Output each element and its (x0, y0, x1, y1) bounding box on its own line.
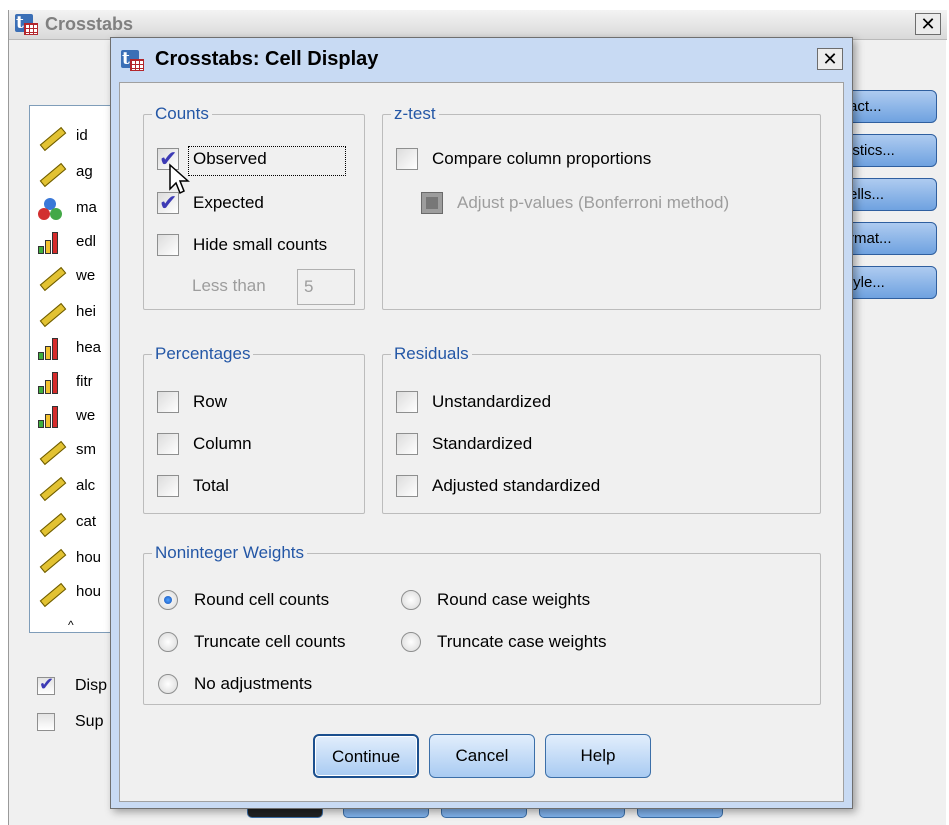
scale-ruler-icon (36, 160, 67, 188)
scale-ruler-icon (36, 124, 67, 152)
spss-app-icon: t (15, 14, 39, 36)
residuals-legend: Residuals (391, 344, 472, 364)
checkbox-icon (157, 234, 179, 256)
checkbox-icon (157, 391, 179, 413)
checkbox-icon (396, 148, 418, 170)
checkbox-icon (396, 475, 418, 497)
noninteger-weights-legend: Noninteger Weights (152, 543, 307, 563)
crosstabs-title: Crosstabs (45, 14, 134, 34)
checkbox-icon (396, 433, 418, 455)
crosstabs-close-button[interactable]: ✕ (915, 13, 941, 35)
checkbox-icon (157, 433, 179, 455)
style-button[interactable]: tyle... (842, 266, 937, 299)
ordinal-bars-icon (36, 336, 64, 362)
scale-ruler-icon (36, 546, 67, 574)
scale-ruler-icon (36, 300, 67, 328)
help-button[interactable]: Help (545, 734, 651, 778)
scale-ruler-icon (36, 510, 67, 538)
format-button[interactable]: rmat... (842, 222, 937, 255)
radio-icon (158, 674, 178, 694)
mouse-cursor-icon (169, 163, 190, 195)
nominal-circles-icon (36, 196, 64, 222)
scale-ruler-icon (36, 264, 67, 292)
scroll-up-caret-icon[interactable]: ^ (68, 618, 74, 632)
ordinal-bars-icon (36, 404, 64, 430)
radio-icon (401, 632, 421, 652)
spss-app-icon: t (121, 50, 145, 72)
statistics-button[interactable]: istics... (842, 134, 937, 167)
counts-legend: Counts (152, 104, 212, 124)
checkbox-checked-icon: ✔ (37, 674, 55, 695)
close-icon: ✕ (822, 49, 838, 69)
dialog-title: Crosstabs: Cell Display (155, 48, 379, 70)
scale-ruler-icon (36, 474, 67, 502)
focus-ring (188, 146, 346, 176)
percentages-legend: Percentages (152, 344, 254, 364)
exact-button[interactable]: act... (842, 90, 937, 123)
percentages-group: Percentages Row Column Total (143, 344, 365, 514)
z-test-legend: z-test (391, 104, 439, 124)
radio-selected-icon (158, 590, 178, 610)
cells-button[interactable]: ells... (842, 178, 937, 211)
less-than-input[interactable]: 5 (297, 269, 355, 305)
ordinal-bars-icon (36, 370, 64, 396)
z-test-group: z-test Compare column proportions Adjust… (382, 104, 821, 310)
scale-ruler-icon (36, 438, 67, 466)
residuals-group: Residuals Unstandardized Standardized Ad… (382, 344, 821, 514)
checkbox-icon (157, 475, 179, 497)
dialog-close-button[interactable]: ✕ (817, 48, 843, 70)
dialog-body: Counts Observed Expected Hide small coun… (119, 82, 844, 802)
dialog-title-bar: t Crosstabs: Cell Display ✕ (111, 38, 852, 82)
checkbox-disabled-icon (421, 192, 443, 214)
continue-button[interactable]: Continue (313, 734, 419, 778)
noninteger-weights-group: Noninteger Weights Round cell counts Rou… (143, 543, 821, 705)
less-than-label: Less than (192, 276, 266, 295)
crosstabs-title-bar: t Crosstabs ✕ (9, 10, 947, 40)
counts-group: Counts Observed Expected Hide small coun… (143, 104, 365, 310)
close-icon: ✕ (920, 14, 936, 34)
scale-ruler-icon (36, 580, 67, 608)
cancel-button[interactable]: Cancel (429, 734, 535, 778)
checkbox-icon (37, 713, 55, 731)
ordinal-bars-icon (36, 230, 64, 256)
radio-icon (401, 590, 421, 610)
cell-display-dialog: t Crosstabs: Cell Display ✕ Counts Obser… (110, 37, 853, 809)
radio-icon (158, 632, 178, 652)
checkbox-icon (396, 391, 418, 413)
